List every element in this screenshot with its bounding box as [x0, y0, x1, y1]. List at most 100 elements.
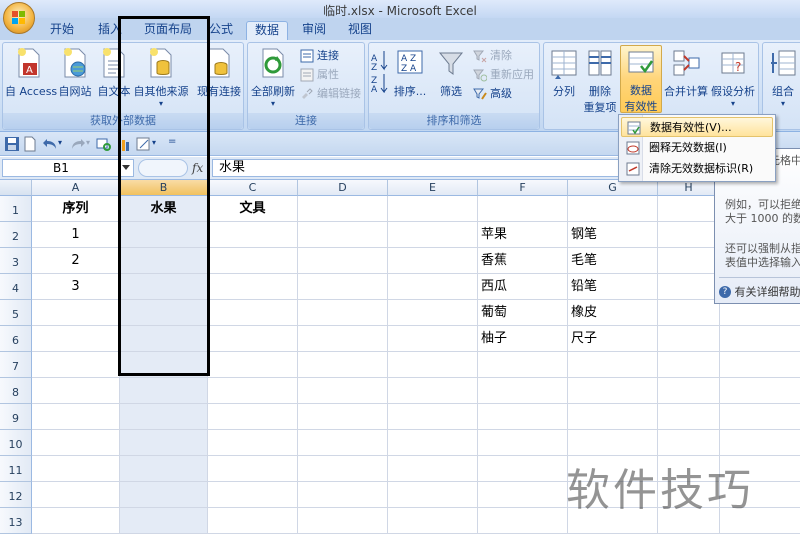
from-text-button[interactable]: 自文本 [95, 47, 133, 99]
cell-g6[interactable]: 尺子 [568, 326, 658, 352]
cell-b10[interactable] [120, 430, 208, 456]
connections-button[interactable]: 连接 [300, 47, 339, 64]
cell-h9[interactable] [658, 404, 720, 430]
column-header-h[interactable]: H [658, 180, 720, 196]
customize-toolbar-icon[interactable]: = [168, 136, 184, 152]
insert-function-icon[interactable]: fx [192, 159, 212, 177]
cell-d8[interactable] [298, 378, 388, 404]
cell-c7[interactable] [208, 352, 298, 378]
cell-d9[interactable] [298, 404, 388, 430]
cell-e6[interactable] [388, 326, 478, 352]
office-button[interactable] [3, 2, 35, 34]
redo-icon[interactable] [70, 136, 86, 152]
cell-g3[interactable]: 毛笔 [568, 248, 658, 274]
advanced-filter-button[interactable]: 高级 [473, 85, 512, 102]
text-to-columns-button[interactable]: 分列 [546, 47, 582, 99]
row-header-1[interactable]: 1 [0, 196, 32, 222]
cell-f13[interactable] [478, 508, 568, 534]
reapply-button[interactable]: 重新应用 [473, 66, 534, 83]
row-header-8[interactable]: 8 [0, 378, 32, 404]
cell-e4[interactable] [388, 274, 478, 300]
cell-c12[interactable] [208, 482, 298, 508]
edit-links-button[interactable]: 编辑链接 [300, 85, 361, 102]
cell-e1[interactable] [388, 196, 478, 222]
cell-h10[interactable] [658, 430, 720, 456]
cell-f11[interactable] [478, 456, 568, 482]
cell-g8[interactable] [568, 378, 658, 404]
cell-b3[interactable] [120, 248, 208, 274]
cell-b8[interactable] [120, 378, 208, 404]
column-header-c[interactable]: C [208, 180, 298, 196]
cell-a7[interactable] [32, 352, 120, 378]
cell-a1[interactable]: 序列 [32, 196, 120, 222]
tab-view[interactable]: 视图 [340, 21, 380, 40]
cell-d12[interactable] [298, 482, 388, 508]
cell-h4[interactable] [658, 274, 720, 300]
remove-duplicates-button[interactable]: 删除 重复项 [582, 47, 618, 115]
cell-c11[interactable] [208, 456, 298, 482]
cell-a13[interactable] [32, 508, 120, 534]
column-header-a[interactable]: A [32, 180, 120, 196]
cell-c9[interactable] [208, 404, 298, 430]
what-if-analysis-button[interactable]: ? 假设分析 ▾ [708, 47, 758, 108]
cell-a5[interactable] [32, 300, 120, 326]
cell-b4[interactable] [120, 274, 208, 300]
cell-e3[interactable] [388, 248, 478, 274]
cell-a4[interactable]: 3 [32, 274, 120, 300]
chart-icon[interactable] [116, 136, 132, 152]
cell-a11[interactable] [32, 456, 120, 482]
row-header-5[interactable]: 5 [0, 300, 32, 326]
row-header-7[interactable]: 7 [0, 352, 32, 378]
from-access-button[interactable]: A 自 Access [5, 47, 57, 99]
cell-h3[interactable] [658, 248, 720, 274]
row-header-11[interactable]: 11 [0, 456, 32, 482]
cell-b12[interactable] [120, 482, 208, 508]
cell-e9[interactable] [388, 404, 478, 430]
row-header-3[interactable]: 3 [0, 248, 32, 274]
cell-a3[interactable]: 2 [32, 248, 120, 274]
cell-g1[interactable] [568, 196, 658, 222]
consolidate-button[interactable]: 合并计算 [664, 47, 708, 99]
cell-g9[interactable] [568, 404, 658, 430]
cell-c4[interactable] [208, 274, 298, 300]
tab-formulas[interactable]: 公式 [203, 21, 239, 40]
new-file-icon[interactable] [22, 136, 38, 152]
save-icon[interactable] [4, 136, 20, 152]
refresh-all-button[interactable]: 全部刷新 ▾ [250, 47, 296, 108]
from-web-button[interactable]: 自网站 [55, 47, 95, 99]
clear-filter-button[interactable]: 清除 [473, 47, 512, 64]
cell-i9[interactable] [720, 404, 800, 430]
cell-e8[interactable] [388, 378, 478, 404]
cell-d6[interactable] [298, 326, 388, 352]
cell-b7[interactable] [120, 352, 208, 378]
cell-g5[interactable]: 橡皮 [568, 300, 658, 326]
tab-insert[interactable]: 插入 [90, 21, 130, 40]
cell-e12[interactable] [388, 482, 478, 508]
cell-d1[interactable] [298, 196, 388, 222]
column-header-d[interactable]: D [298, 180, 388, 196]
menu-item-data-validation[interactable]: 数据有效性(V)... [621, 117, 773, 137]
cell-h6[interactable] [658, 326, 720, 352]
column-header-g[interactable]: G [568, 180, 658, 196]
tab-page-layout[interactable]: 页面布局 [138, 21, 198, 40]
cell-b1[interactable]: 水果 [120, 196, 208, 222]
tooltip-help[interactable]: ? 有关详细帮助 [719, 284, 800, 300]
cell-e13[interactable] [388, 508, 478, 534]
cell-h8[interactable] [658, 378, 720, 404]
cell-f2[interactable]: 苹果 [478, 222, 568, 248]
cell-g7[interactable] [568, 352, 658, 378]
cell-i8[interactable] [720, 378, 800, 404]
row-header-4[interactable]: 4 [0, 274, 32, 300]
cell-d2[interactable] [298, 222, 388, 248]
cell-b2[interactable] [120, 222, 208, 248]
cell-d3[interactable] [298, 248, 388, 274]
cell-f12[interactable] [478, 482, 568, 508]
cell-i10[interactable] [720, 430, 800, 456]
cell-i6[interactable] [720, 326, 800, 352]
column-header-f[interactable]: F [478, 180, 568, 196]
cell-b6[interactable] [120, 326, 208, 352]
select-all-corner[interactable] [0, 180, 32, 196]
cell-d4[interactable] [298, 274, 388, 300]
cell-h2[interactable] [658, 222, 720, 248]
cell-e7[interactable] [388, 352, 478, 378]
